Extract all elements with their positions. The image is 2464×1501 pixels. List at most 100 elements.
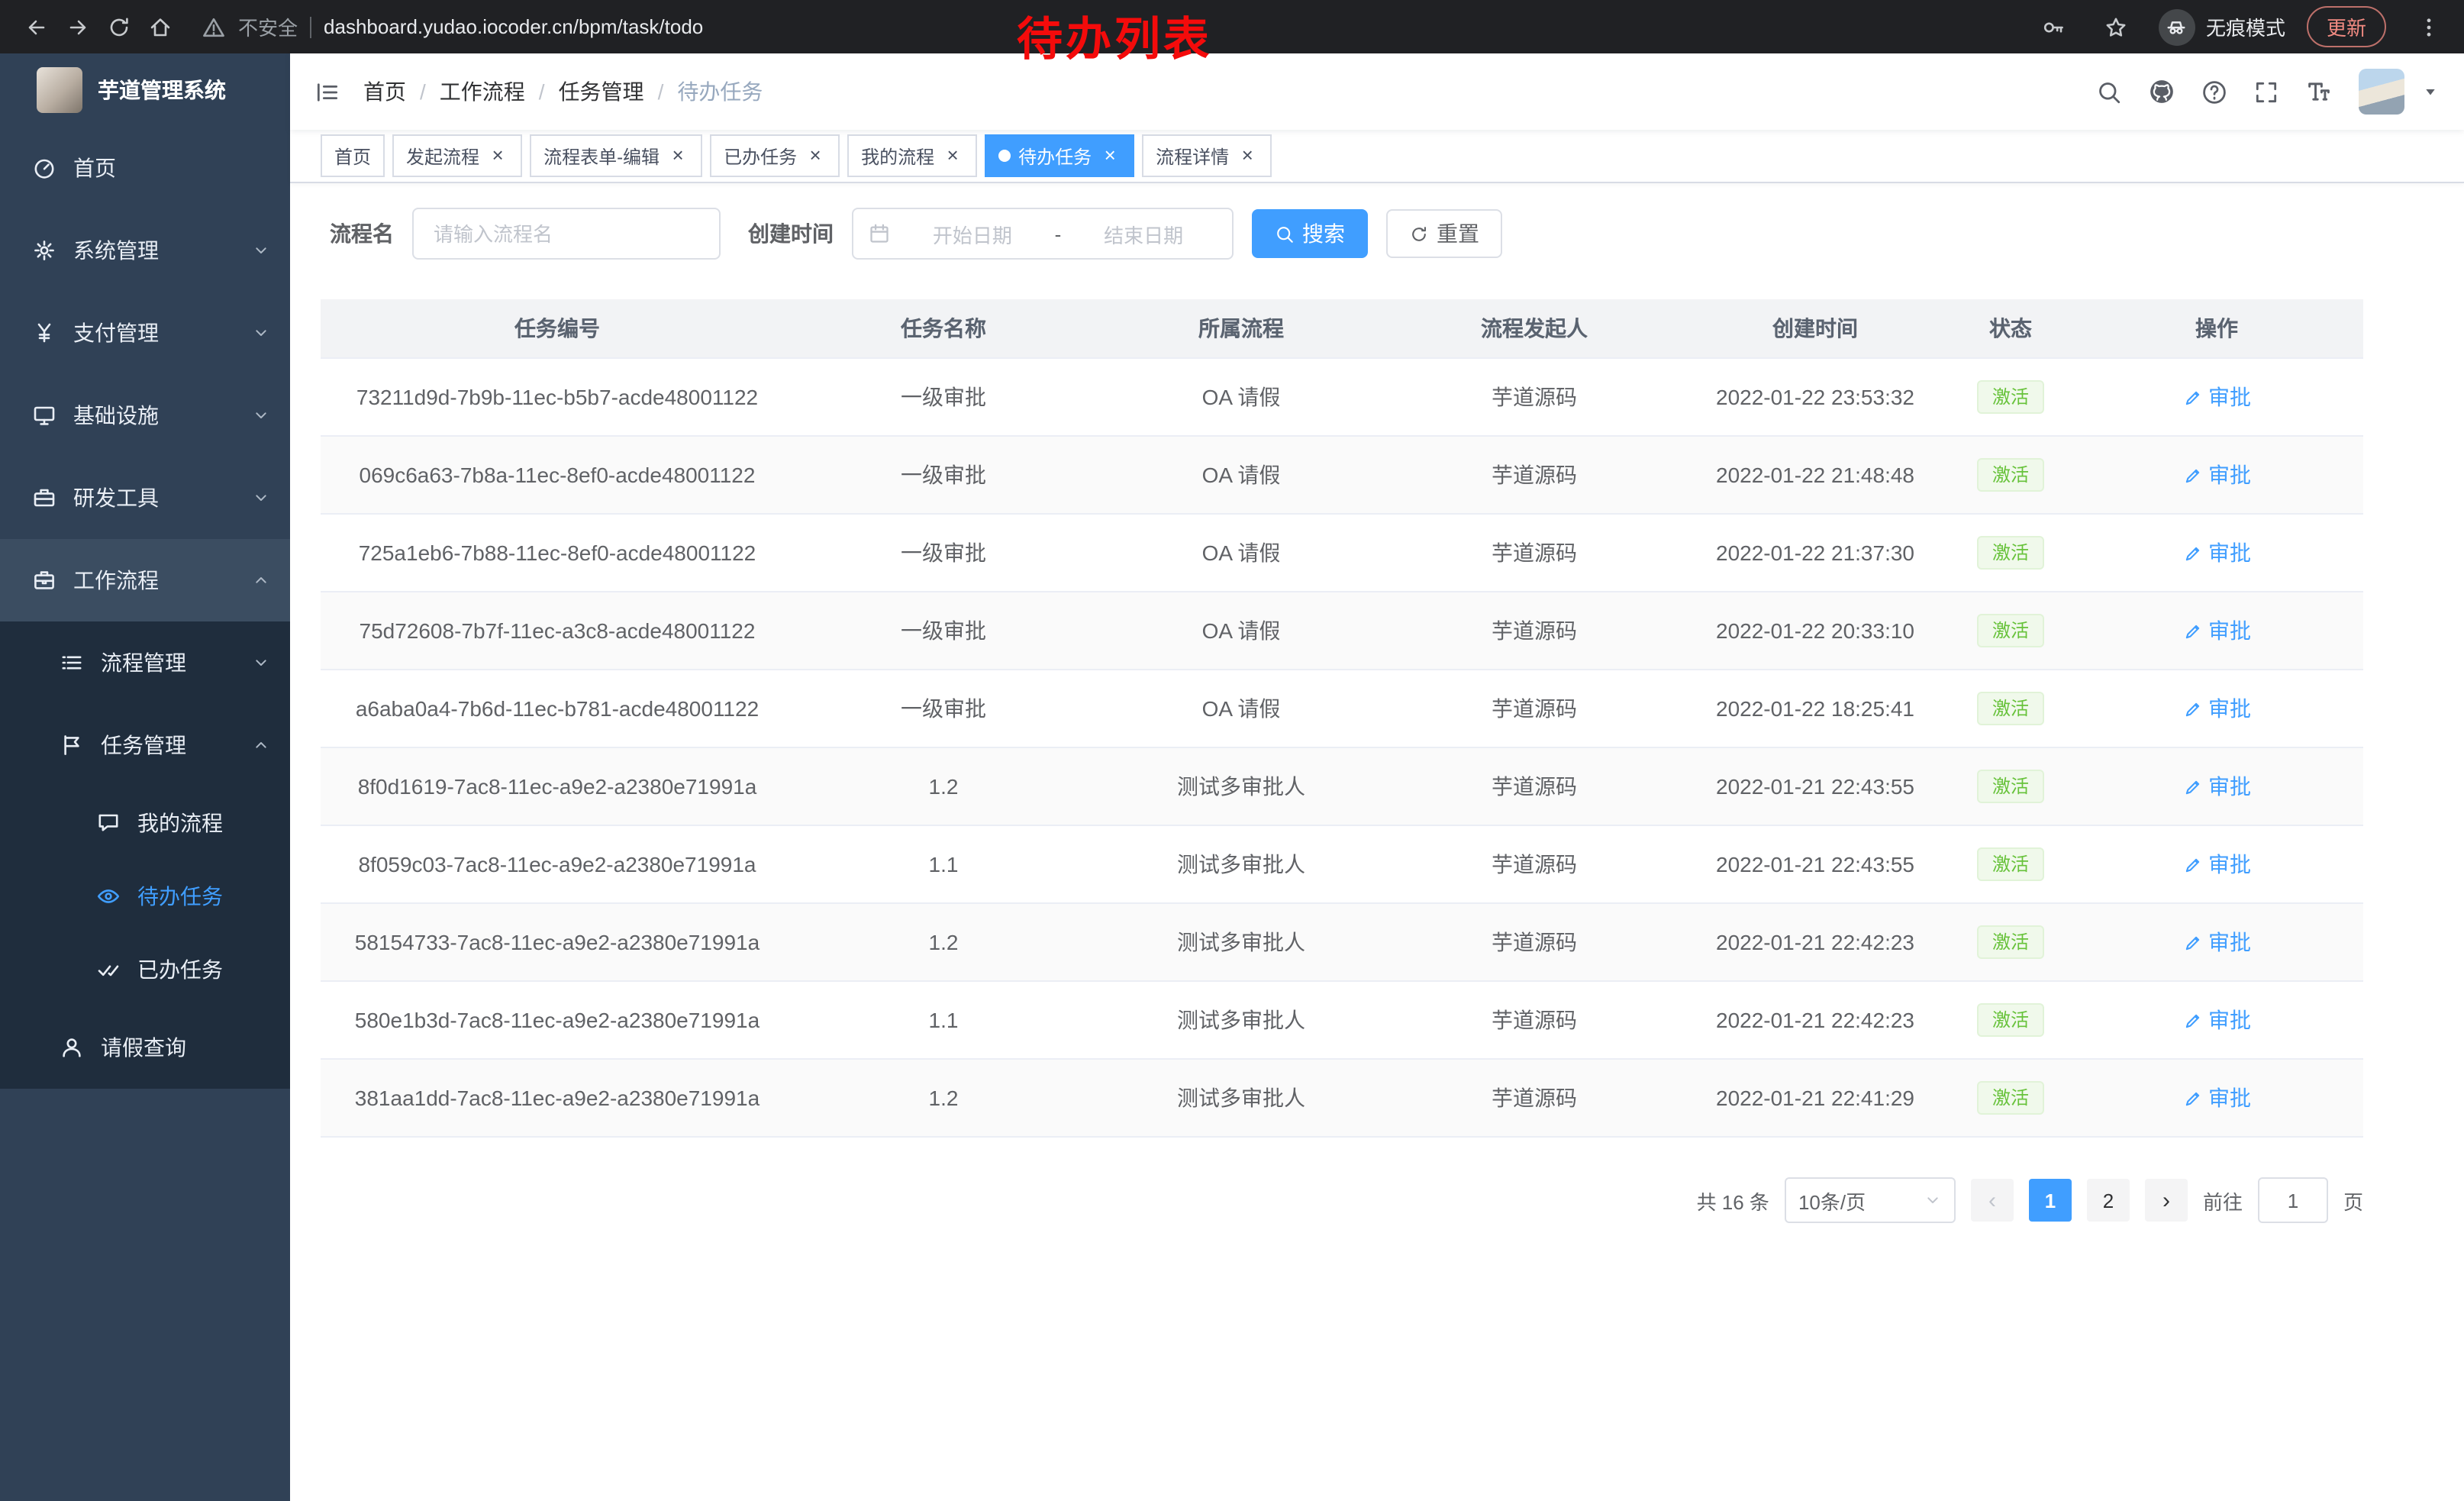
- tab-todo-task[interactable]: 待办任务×: [985, 134, 1134, 177]
- sidebar-item-home[interactable]: 首页: [0, 127, 290, 209]
- kebab-menu-icon[interactable]: [2408, 6, 2449, 47]
- page-button-2[interactable]: 2: [2087, 1179, 2130, 1222]
- column-header: 状态: [1951, 299, 2070, 358]
- close-icon[interactable]: ×: [1099, 145, 1121, 166]
- text-size-icon[interactable]: [2305, 78, 2333, 105]
- approve-link[interactable]: 审批: [2182, 771, 2251, 802]
- cell-process: OA 请假: [1093, 514, 1389, 592]
- cell-initiator: 芋道源码: [1389, 436, 1679, 514]
- cell-task-name: 1.1: [794, 981, 1093, 1059]
- cell-initiator: 芋道源码: [1389, 981, 1679, 1059]
- dashboard-icon: [32, 156, 56, 180]
- approve-link[interactable]: 审批: [2182, 382, 2251, 412]
- close-icon[interactable]: ×: [942, 145, 963, 166]
- search-button[interactable]: 搜索: [1252, 209, 1368, 258]
- pen-icon: [2182, 854, 2202, 874]
- sidebar-item-devtools[interactable]: 研发工具: [0, 457, 290, 539]
- active-tab-dot: [998, 150, 1011, 162]
- top-navbar: 首页 / 工作流程 / 任务管理 / 待办任务: [290, 53, 2464, 130]
- approve-link[interactable]: 审批: [2182, 849, 2251, 880]
- column-header: 所属流程: [1093, 299, 1389, 358]
- page-button-1[interactable]: 1: [2029, 1179, 2072, 1222]
- sidebar-item-workflow[interactable]: 工作流程: [0, 539, 290, 621]
- help-icon[interactable]: [2201, 79, 2227, 105]
- breadcrumb-item-workflow[interactable]: 工作流程: [440, 76, 525, 107]
- prev-page-button[interactable]: ‹: [1971, 1179, 2014, 1222]
- todo-task-table: 任务编号任务名称所属流程流程发起人创建时间状态操作 73211d9d-7b9b-…: [321, 299, 2363, 1138]
- sidebar-item-done-task[interactable]: 已办任务: [0, 933, 290, 1006]
- sidebar-item-todo-task[interactable]: 待办任务: [0, 860, 290, 933]
- browser-forward-icon[interactable]: [56, 6, 98, 47]
- status-badge: 激活: [1977, 1003, 2044, 1037]
- status-badge: 激活: [1977, 614, 2044, 647]
- process-name-input[interactable]: [431, 221, 702, 247]
- sidebar-item-payment[interactable]: 支付管理: [0, 292, 290, 374]
- close-icon[interactable]: ×: [805, 145, 826, 166]
- tab-start-process[interactable]: 发起流程×: [392, 134, 522, 177]
- github-icon[interactable]: [2148, 78, 2175, 105]
- sidebar-toggle-icon[interactable]: [314, 79, 340, 105]
- reset-button[interactable]: 重置: [1386, 209, 1502, 258]
- sidebar-item-process-mgmt[interactable]: 流程管理: [0, 621, 290, 704]
- tab-done-task[interactable]: 已办任务×: [710, 134, 840, 177]
- cell-process: OA 请假: [1093, 670, 1389, 747]
- browser-home-icon[interactable]: [139, 6, 180, 47]
- approve-link[interactable]: 审批: [2182, 1005, 2251, 1035]
- process-name-field[interactable]: [412, 208, 721, 260]
- address-bar[interactable]: 不安全 dashboard.yudao.iocoder.cn/bpm/task/…: [202, 12, 703, 41]
- sidebar-item-system[interactable]: 系统管理: [0, 209, 290, 292]
- close-icon[interactable]: ×: [487, 145, 508, 166]
- breadcrumb-item-task-mgmt[interactable]: 任务管理: [559, 76, 644, 107]
- date-range-picker[interactable]: 开始日期 - 结束日期: [852, 208, 1234, 260]
- caret-down-icon[interactable]: [2421, 82, 2440, 101]
- avatar[interactable]: [2359, 69, 2404, 115]
- search-icon[interactable]: [2096, 79, 2122, 105]
- app-logo[interactable]: 芋道管理系统: [0, 53, 290, 127]
- tab-home[interactable]: 首页: [321, 134, 385, 177]
- cell-task-name: 一级审批: [794, 592, 1093, 670]
- table-header-row: 任务编号任务名称所属流程流程发起人创建时间状态操作: [321, 299, 2363, 358]
- cell-process: 测试多审批人: [1093, 1059, 1389, 1137]
- flag-icon: [60, 733, 84, 757]
- pagination: 共 16 条 10条/页 ‹ 1 2 › 前往 页: [321, 1177, 2363, 1223]
- cell-task-name: 1.2: [794, 1059, 1093, 1137]
- approve-link[interactable]: 审批: [2182, 1083, 2251, 1113]
- approve-link[interactable]: 审批: [2182, 693, 2251, 724]
- chevron-down-icon: [252, 406, 270, 424]
- close-icon[interactable]: ×: [667, 145, 689, 166]
- sidebar-item-infrastructure[interactable]: 基础设施: [0, 374, 290, 457]
- next-page-button[interactable]: ›: [2145, 1179, 2188, 1222]
- approve-link[interactable]: 审批: [2182, 460, 2251, 490]
- status-badge: 激活: [1977, 536, 2044, 570]
- table-row: 069c6a63-7b8a-11ec-8ef0-acde48001122一级审批…: [321, 436, 2363, 514]
- toolbox-icon: [32, 486, 56, 510]
- breadcrumb-item-home[interactable]: 首页: [363, 76, 406, 107]
- cell-created: 2022-01-22 18:25:41: [1679, 670, 1951, 747]
- approve-link[interactable]: 审批: [2182, 615, 2251, 646]
- sidebar-item-leave-query[interactable]: 请假查询: [0, 1006, 290, 1089]
- status-badge: 激活: [1977, 380, 2044, 414]
- browser-back-icon[interactable]: [15, 6, 56, 47]
- tab-process-detail[interactable]: 流程详情×: [1142, 134, 1272, 177]
- goto-page-input[interactable]: [2258, 1177, 2328, 1223]
- tab-my-process[interactable]: 我的流程×: [847, 134, 977, 177]
- browser-reload-icon[interactable]: [98, 6, 139, 47]
- tab-form-edit[interactable]: 流程表单-编辑×: [530, 134, 702, 177]
- approve-link[interactable]: 审批: [2182, 537, 2251, 568]
- pen-icon: [2182, 1010, 2202, 1030]
- approve-link[interactable]: 审批: [2182, 927, 2251, 957]
- sidebar-item-task-mgmt[interactable]: 任务管理: [0, 704, 290, 786]
- start-date-placeholder: 开始日期: [899, 219, 1046, 248]
- sidebar-item-my-process[interactable]: 我的流程: [0, 786, 290, 860]
- table-row: 8f0d1619-7ac8-11ec-a9e2-a2380e71991a1.2测…: [321, 747, 2363, 825]
- update-button[interactable]: 更新: [2307, 6, 2386, 47]
- key-icon[interactable]: [2033, 6, 2075, 47]
- cell-task-id: 75d72608-7b7f-11ec-a3c8-acde48001122: [321, 592, 794, 670]
- cell-initiator: 芋道源码: [1389, 592, 1679, 670]
- column-header: 创建时间: [1679, 299, 1951, 358]
- star-icon[interactable]: [2096, 6, 2137, 47]
- page-size-select[interactable]: 10条/页: [1785, 1177, 1956, 1223]
- close-icon[interactable]: ×: [1237, 145, 1258, 166]
- chevron-down-icon: [1924, 1191, 1942, 1209]
- fullscreen-icon[interactable]: [2253, 79, 2279, 105]
